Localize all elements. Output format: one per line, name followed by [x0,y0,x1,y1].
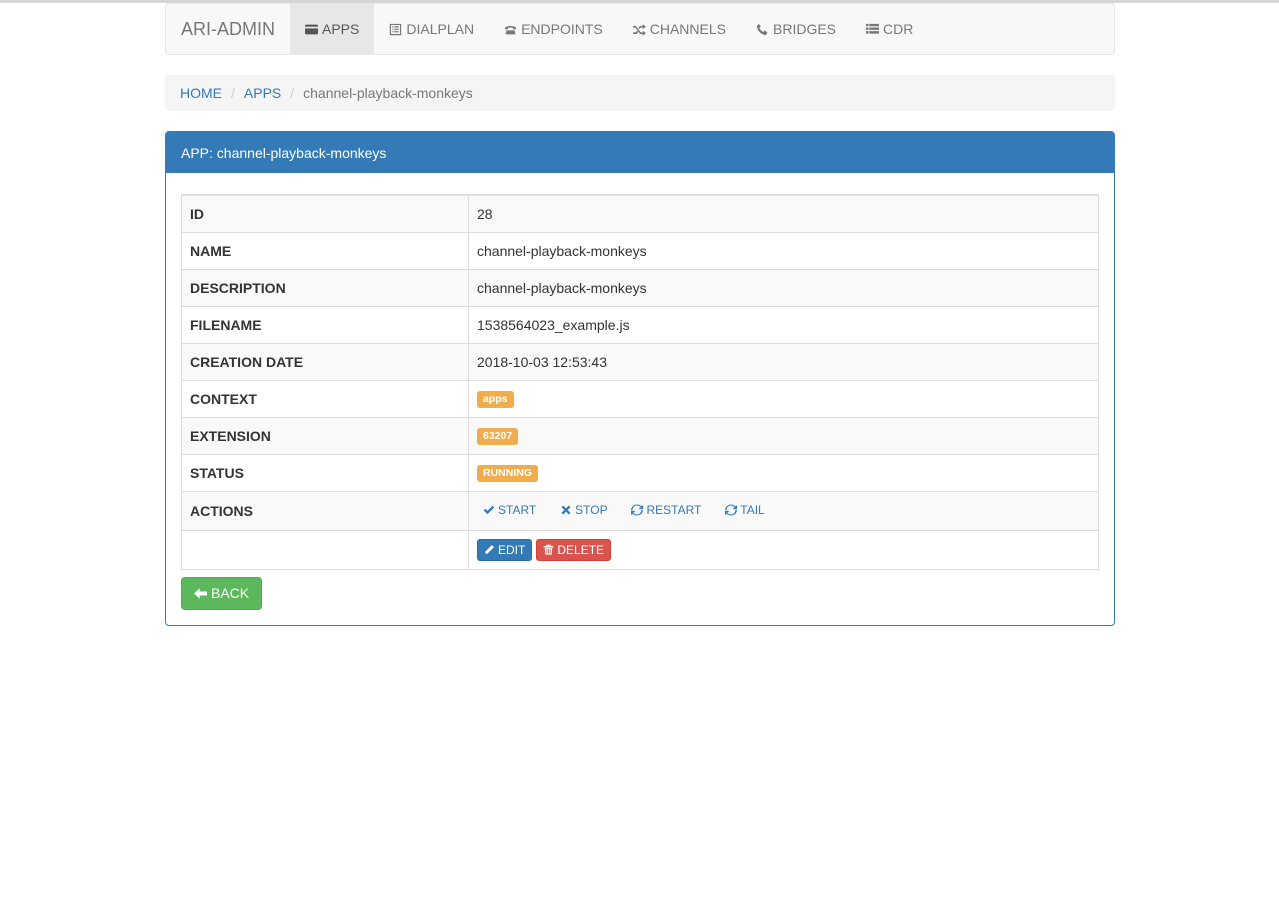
panel-body: ID 28 NAME channel-playback-monkeys DESC… [166,173,1114,625]
breadcrumb-apps-link[interactable]: APPS [244,85,281,101]
nav-item-label: ENDPOINTS [521,21,603,37]
row-label-id: ID [181,194,469,233]
pencil-icon [485,545,494,554]
stop-link[interactable]: STOP [560,502,608,517]
restart-label: RESTART [646,502,702,517]
nav-item-label: APPS [322,21,360,37]
brand-logo[interactable]: ARI-ADMIN [166,4,290,54]
row-value-filename: 1538564023_example.js [468,305,1099,344]
table-row: STATUS RUNNING [181,453,1099,492]
app-details-table: ID 28 NAME channel-playback-monkeys DESC… [181,194,1099,570]
nav-item-label: CDR [883,21,914,37]
breadcrumb: HOME / APPS / channel-playback-monkeys [165,75,1115,111]
context-badge: apps [477,391,514,408]
row-label-extension: EXTENSION [181,416,469,455]
nav-item-label: DIALPLAN [406,21,475,37]
edit-label: EDIT [498,542,526,557]
nav-item-apps[interactable]: APPS [290,4,375,54]
trash-icon [544,544,554,555]
credit-card-icon [305,24,318,34]
table-row: EXTENSION 63207 [181,416,1099,455]
list-icon [866,23,880,34]
table-row: FILENAME 1538564023_example.js [181,305,1099,344]
app-detail-panel: APP: channel-playback-monkeys ID 28 NAME… [165,131,1115,626]
nav-item-cdr[interactable]: CDR [851,4,928,54]
nav-item-label: BRIDGES [773,21,837,37]
breadcrumb-current: channel-playback-monkeys [303,85,473,101]
row-label-context: CONTEXT [181,379,469,418]
refresh-icon [725,504,738,515]
row-value-creation-date: 2018-10-03 12:53:43 [468,342,1099,381]
row-value-extension: 63207 [468,416,1099,455]
row-label-status: STATUS [181,453,469,492]
row-label-filename: FILENAME [181,305,469,344]
remove-icon [561,505,571,514]
nav-item-channels[interactable]: CHANNELS [618,4,741,54]
row-value-actions: START STOP RESTART TAIL [468,490,1099,531]
extension-badge: 63207 [477,428,519,445]
nav-item-bridges[interactable]: BRIDGES [741,4,851,54]
back-button[interactable]: BACK [181,576,263,610]
table-row: NAME channel-playback-monkeys [181,231,1099,270]
arrow-left-icon [194,587,207,599]
start-label: START [498,502,537,517]
checkmark-icon [483,505,495,514]
back-label: BACK [211,585,250,601]
start-link[interactable]: START [483,503,536,517]
row-label-name: NAME [181,231,469,270]
edit-button[interactable]: EDIT [477,538,533,561]
row-value-context: apps [468,379,1099,418]
row-value-status: RUNNING [468,453,1099,492]
panel-title: APP: channel-playback-monkeys [166,132,1114,173]
breadcrumb-home-link[interactable]: HOME [180,85,222,101]
table-row: DESCRIPTION channel-playback-monkeys [181,268,1099,307]
earphone-icon [756,23,768,35]
table-row: CONTEXT apps [181,379,1099,418]
table-row: ACTIONS START STOP RESTART TAIL [181,490,1099,531]
random-icon [632,23,646,36]
table-row: CREATION DATE 2018-10-03 12:53:43 [181,342,1099,381]
stop-label: STOP [575,502,608,517]
breadcrumb-separator: / [290,85,295,101]
row-label-creation-date: CREATION DATE [181,342,469,381]
nav-item-dialplan[interactable]: DIALPLAN [374,4,489,54]
row-value-id: 28 [468,194,1099,233]
breadcrumb-separator: / [231,85,235,101]
row-label-description: DESCRIPTION [181,268,469,307]
restart-link[interactable]: RESTART [631,503,701,517]
tail-label: TAIL [740,502,765,517]
nav-item-label: CHANNELS [649,21,726,37]
delete-button[interactable]: DELETE [536,538,612,561]
top-navbar: ARI-ADMIN APPS DIALPLAN ENDPOINTS CHANNE… [165,3,1115,55]
table-row: EDIT DELETE [181,529,1099,570]
row-label-actions: ACTIONS [181,490,469,531]
delete-label: DELETE [557,542,605,557]
row-value-description: channel-playback-monkeys [468,268,1099,307]
table-row: ID 28 [181,194,1099,233]
nav-item-endpoints[interactable]: ENDPOINTS [489,4,618,54]
list-alt-icon [390,23,402,35]
refresh-icon [631,504,644,515]
row-value-buttons: EDIT DELETE [468,529,1099,570]
tail-link[interactable]: TAIL [725,502,765,517]
row-value-name: channel-playback-monkeys [468,231,1099,270]
status-badge: RUNNING [477,465,538,482]
row-label-empty [181,529,469,570]
phone-alt-icon [504,25,517,34]
